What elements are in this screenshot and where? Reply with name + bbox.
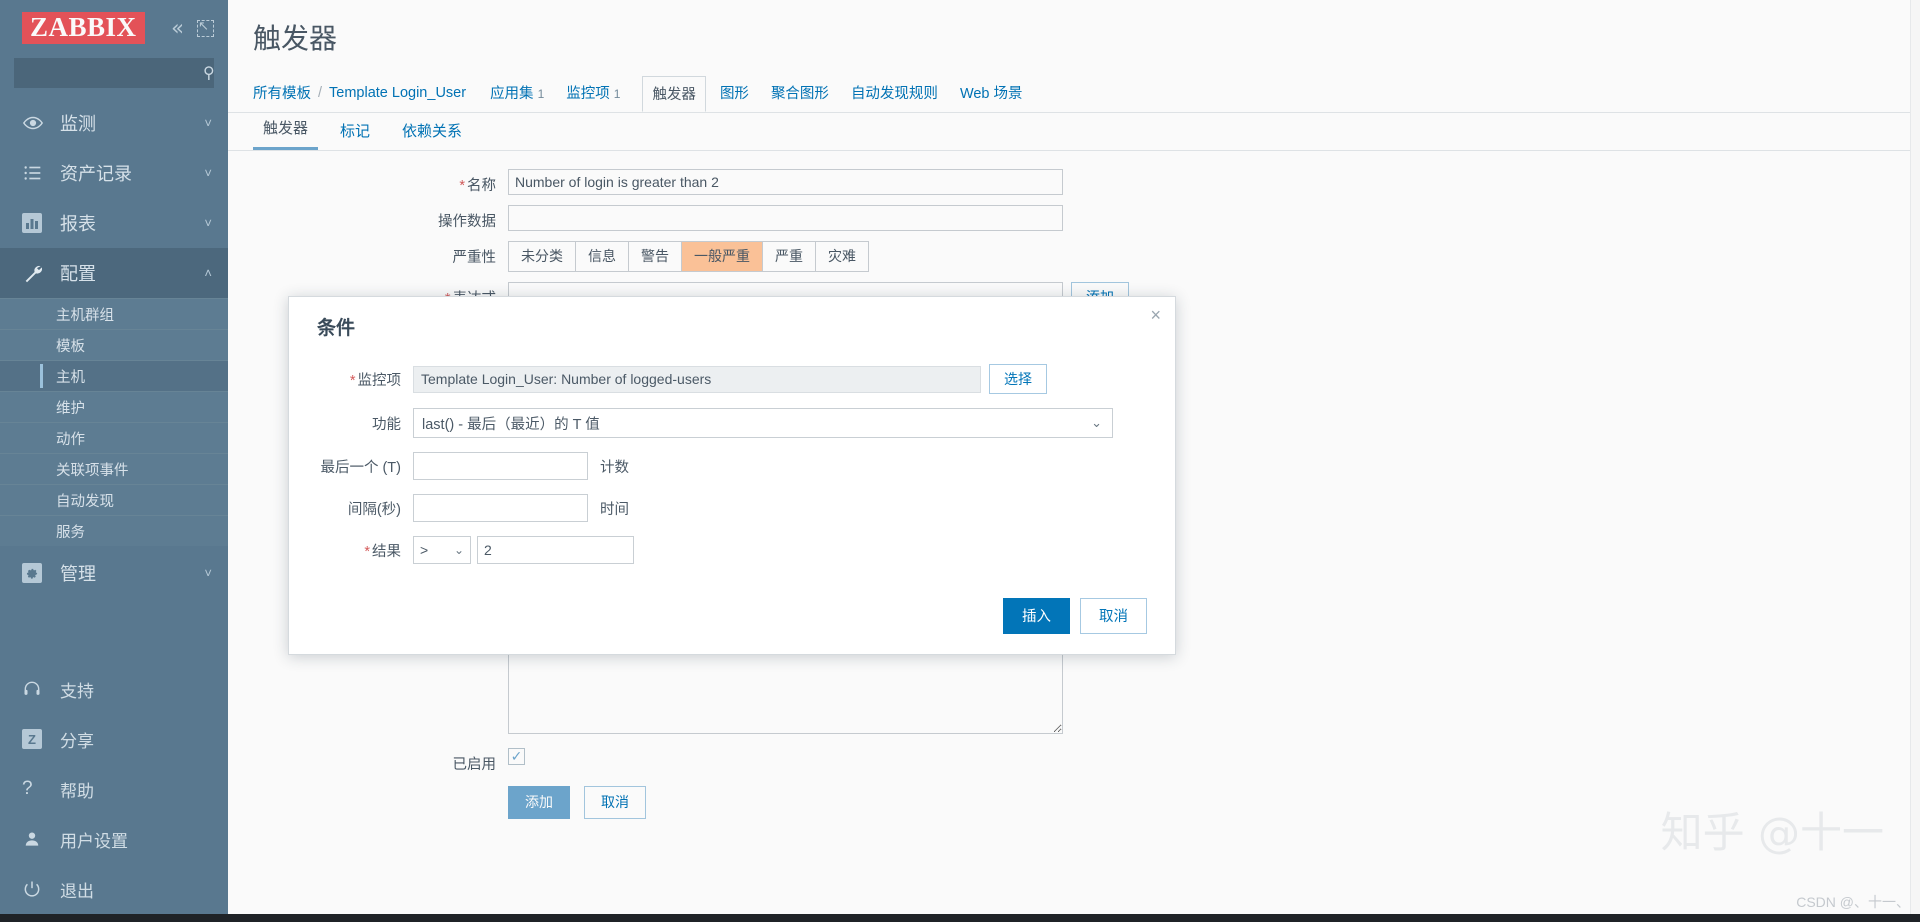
dialog-row-interval: 间隔(秒) 时间	[317, 494, 1147, 522]
result-label: 结果	[372, 543, 401, 560]
dialog-row-result: * 结果 > ⌄	[317, 536, 1147, 564]
chevron-down-icon: ⌄	[1091, 415, 1102, 430]
dialog-row-function: 功能 last() - 最后（最近）的 T 值 ⌄	[317, 408, 1147, 438]
last-t-input[interactable]	[413, 452, 588, 480]
required-marker: *	[349, 372, 356, 389]
last-t-label: 最后一个 (T)	[320, 459, 401, 476]
function-select[interactable]: last() - 最后（最近）的 T 值 ⌄	[413, 408, 1113, 438]
condition-dialog: 条件 × * 监控项 Template Login_User: Number of…	[288, 296, 1176, 655]
item-label-cell: * 监控项	[317, 369, 413, 390]
dialog-cancel-button[interactable]: 取消	[1080, 598, 1147, 634]
dialog-row-item: * 监控项 Template Login_User: Number of logg…	[317, 364, 1147, 394]
result-operator-value: >	[420, 542, 429, 558]
chevron-down-icon: ⌄	[453, 543, 464, 557]
result-label-cell: * 结果	[317, 540, 413, 561]
last-t-unit: 计数	[600, 459, 629, 476]
select-item-button[interactable]: 选择	[989, 364, 1047, 394]
dialog-title: 条件	[317, 318, 356, 339]
required-marker: *	[364, 543, 370, 560]
result-operator-select[interactable]: > ⌄	[413, 536, 471, 564]
function-select-value: last() - 最后（最近）的 T 值	[422, 416, 600, 433]
dialog-footer: 插入 取消	[289, 588, 1175, 654]
insert-button[interactable]: 插入	[1003, 598, 1070, 634]
modal-overlay: 条件 × * 监控项 Template Login_User: Number of…	[0, 0, 1920, 922]
dialog-row-last-t: 最后一个 (T) 计数	[317, 452, 1147, 480]
dialog-body: * 监控项 Template Login_User: Number of logg…	[289, 350, 1175, 588]
result-value-input[interactable]	[477, 536, 634, 564]
close-icon[interactable]: ×	[1150, 306, 1161, 324]
interval-unit: 时间	[600, 501, 629, 518]
bottom-bar	[0, 914, 1920, 922]
interval-label: 间隔(秒)	[347, 501, 401, 518]
function-label: 功能	[372, 416, 401, 433]
item-label: 监控项	[357, 372, 402, 389]
item-value: Template Login_User: Number of logged-us…	[413, 365, 981, 393]
dialog-header: 条件 ×	[289, 297, 1175, 350]
interval-input[interactable]	[413, 494, 588, 522]
